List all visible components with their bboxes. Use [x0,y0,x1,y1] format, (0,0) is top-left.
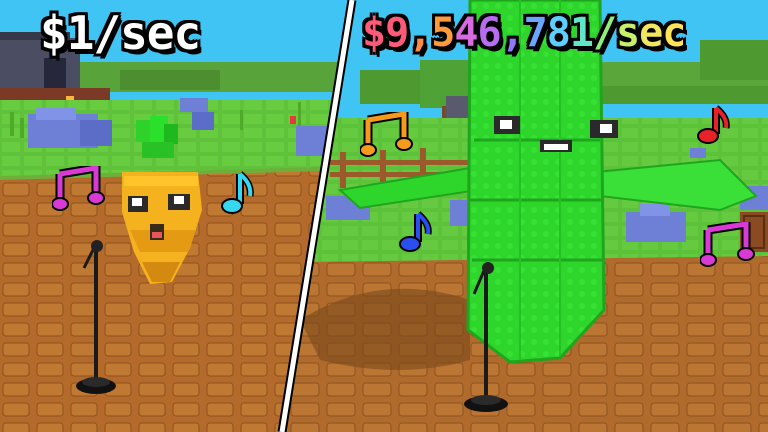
game-thumbnail: $1/sec $9,546,781/sec [0,0,768,432]
split-divider [277,0,357,432]
